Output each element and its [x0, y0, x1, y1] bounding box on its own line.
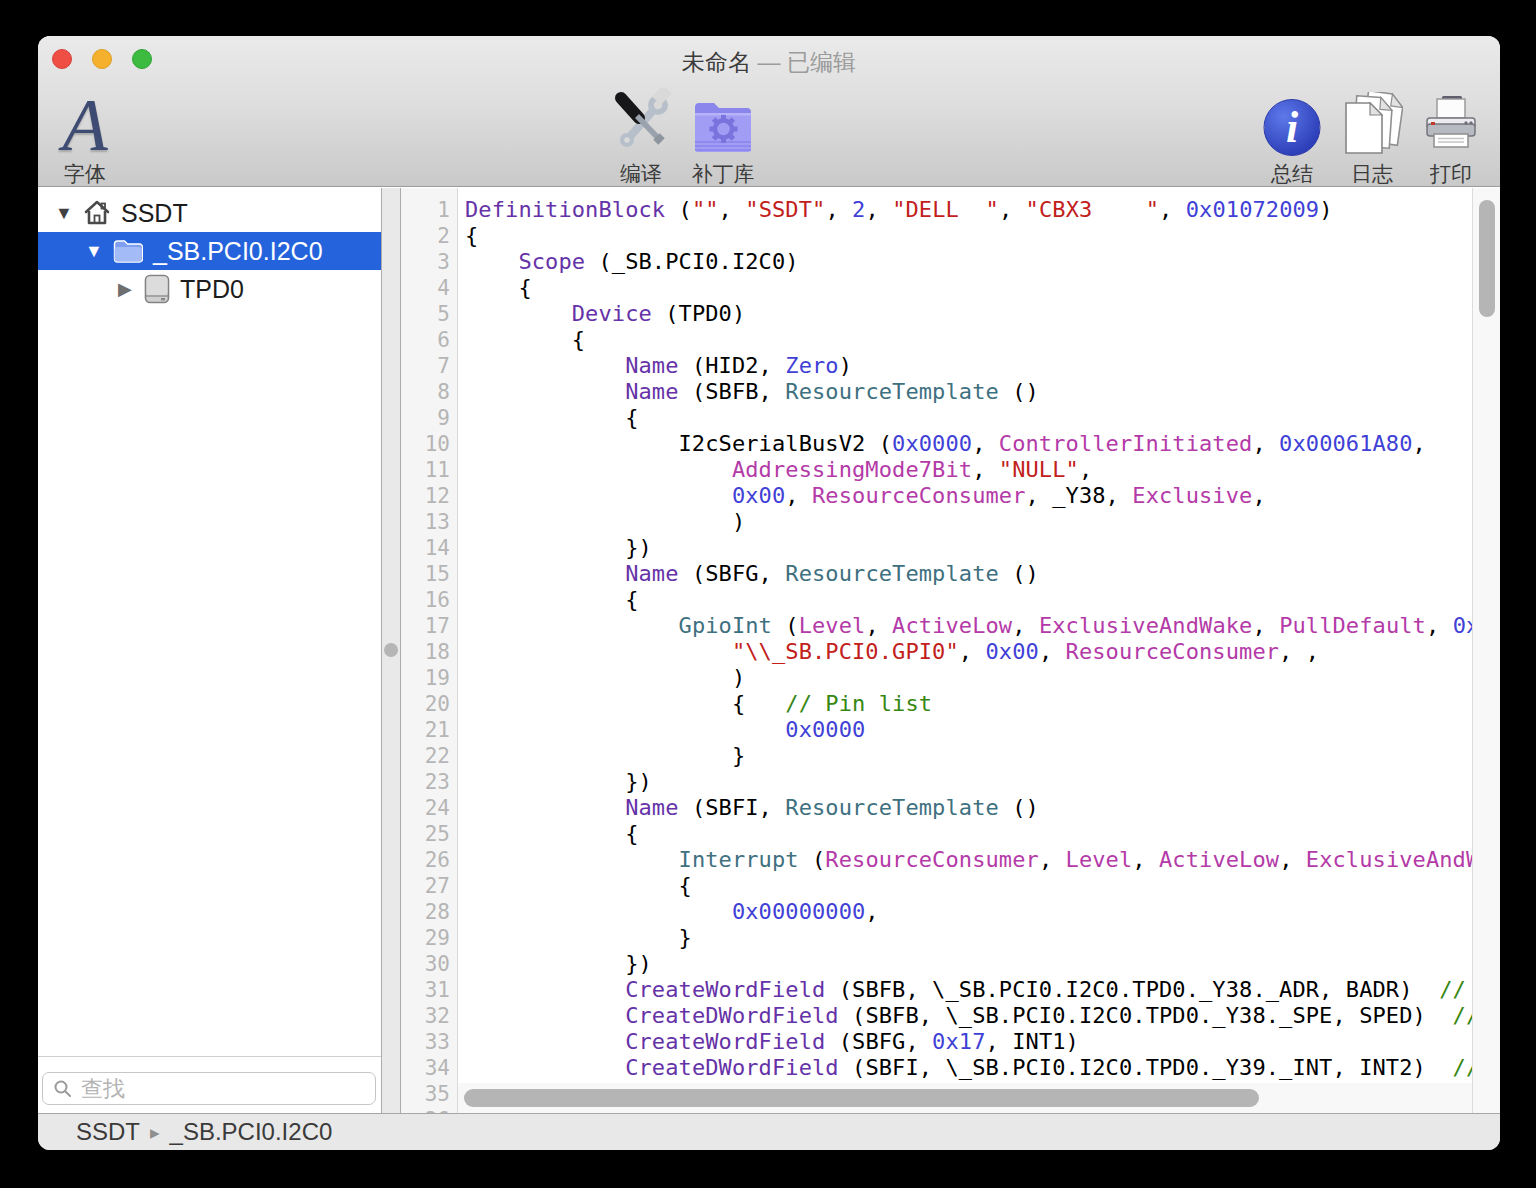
home-icon — [83, 199, 111, 227]
log-label: 日志 — [1351, 160, 1393, 188]
log-icon — [1341, 90, 1403, 156]
window-chrome: 未命名 — 已编辑 A 字体 编译 — [38, 36, 1500, 187]
horizontal-scrollbar[interactable] — [458, 1083, 1472, 1113]
font-toolbar-button[interactable]: A 字体 — [62, 90, 107, 188]
find-bar — [38, 1056, 381, 1113]
info-icon: i — [1264, 99, 1321, 156]
log-toolbar-button[interactable]: 日志 — [1341, 90, 1403, 188]
status-bar: SSDT ▸ _SB.PCI0.I2C0 — [38, 1113, 1500, 1150]
print-toolbar-button[interactable]: 打印 — [1420, 90, 1482, 188]
vertical-scrollbar-thumb[interactable] — [1479, 200, 1495, 317]
tree-item-sb-pci0-i2c0[interactable]: ▼ _SB.PCI0.I2C0 — [38, 232, 381, 270]
sidebar: ▼ SSDT ▼ — [38, 188, 381, 1113]
patch-library-toolbar-button[interactable]: 补丁库 — [690, 90, 756, 188]
code-lines[interactable]: DefinitionBlock ("", "SSDT", 2, "DELL ",… — [458, 188, 1500, 1113]
print-label: 打印 — [1430, 160, 1472, 188]
divider-handle[interactable] — [384, 643, 398, 657]
tree-item-label: TPD0 — [180, 275, 244, 304]
breadcrumb-root[interactable]: SSDT — [76, 1118, 140, 1146]
disclosure-right-icon[interactable]: ▶ — [116, 278, 134, 300]
breadcrumb-separator-icon: ▸ — [150, 1121, 160, 1144]
ssdt-tree: ▼ SSDT ▼ — [38, 188, 381, 1056]
line-numbers: 1234567891011121314151617181920212223242… — [401, 188, 458, 1113]
split-divider[interactable] — [381, 188, 401, 1113]
summary-label: 总结 — [1271, 160, 1313, 188]
window-title: 未命名 — 已编辑 — [38, 47, 1500, 78]
tree-item-tpd0[interactable]: ▶ TPD0 — [38, 270, 381, 308]
device-icon — [144, 274, 170, 304]
patch-library-icon — [690, 90, 756, 156]
main-content: ▼ SSDT ▼ — [38, 188, 1500, 1113]
vertical-scrollbar[interactable] — [1472, 188, 1500, 1113]
horizontal-scrollbar-thumb[interactable] — [464, 1089, 1259, 1107]
disclosure-down-icon[interactable]: ▼ — [85, 241, 103, 262]
compile-icon — [607, 90, 675, 156]
disclosure-down-icon[interactable]: ▼ — [55, 203, 73, 224]
font-icon: A — [62, 94, 107, 156]
breadcrumb-path[interactable]: _SB.PCI0.I2C0 — [170, 1118, 333, 1146]
tree-item-label: _SB.PCI0.I2C0 — [153, 237, 323, 266]
compile-toolbar-button[interactable]: 编译 — [607, 90, 675, 188]
patch-library-label: 补丁库 — [692, 160, 755, 188]
search-icon — [53, 1079, 73, 1099]
tree-item-label: SSDT — [121, 199, 188, 228]
compile-label: 编译 — [620, 160, 662, 188]
print-icon — [1420, 90, 1482, 156]
tree-item-ssdt[interactable]: ▼ SSDT — [38, 194, 381, 232]
font-label: 字体 — [64, 160, 106, 188]
folder-icon — [113, 239, 143, 263]
code-editor[interactable]: 1234567891011121314151617181920212223242… — [401, 188, 1500, 1113]
search-field[interactable] — [42, 1072, 376, 1105]
search-input[interactable] — [81, 1076, 321, 1102]
titlebar[interactable]: 未命名 — 已编辑 — [38, 36, 1500, 84]
app-window: 未命名 — 已编辑 A 字体 编译 — [38, 36, 1500, 1150]
summary-toolbar-button[interactable]: i 总结 — [1264, 90, 1321, 188]
